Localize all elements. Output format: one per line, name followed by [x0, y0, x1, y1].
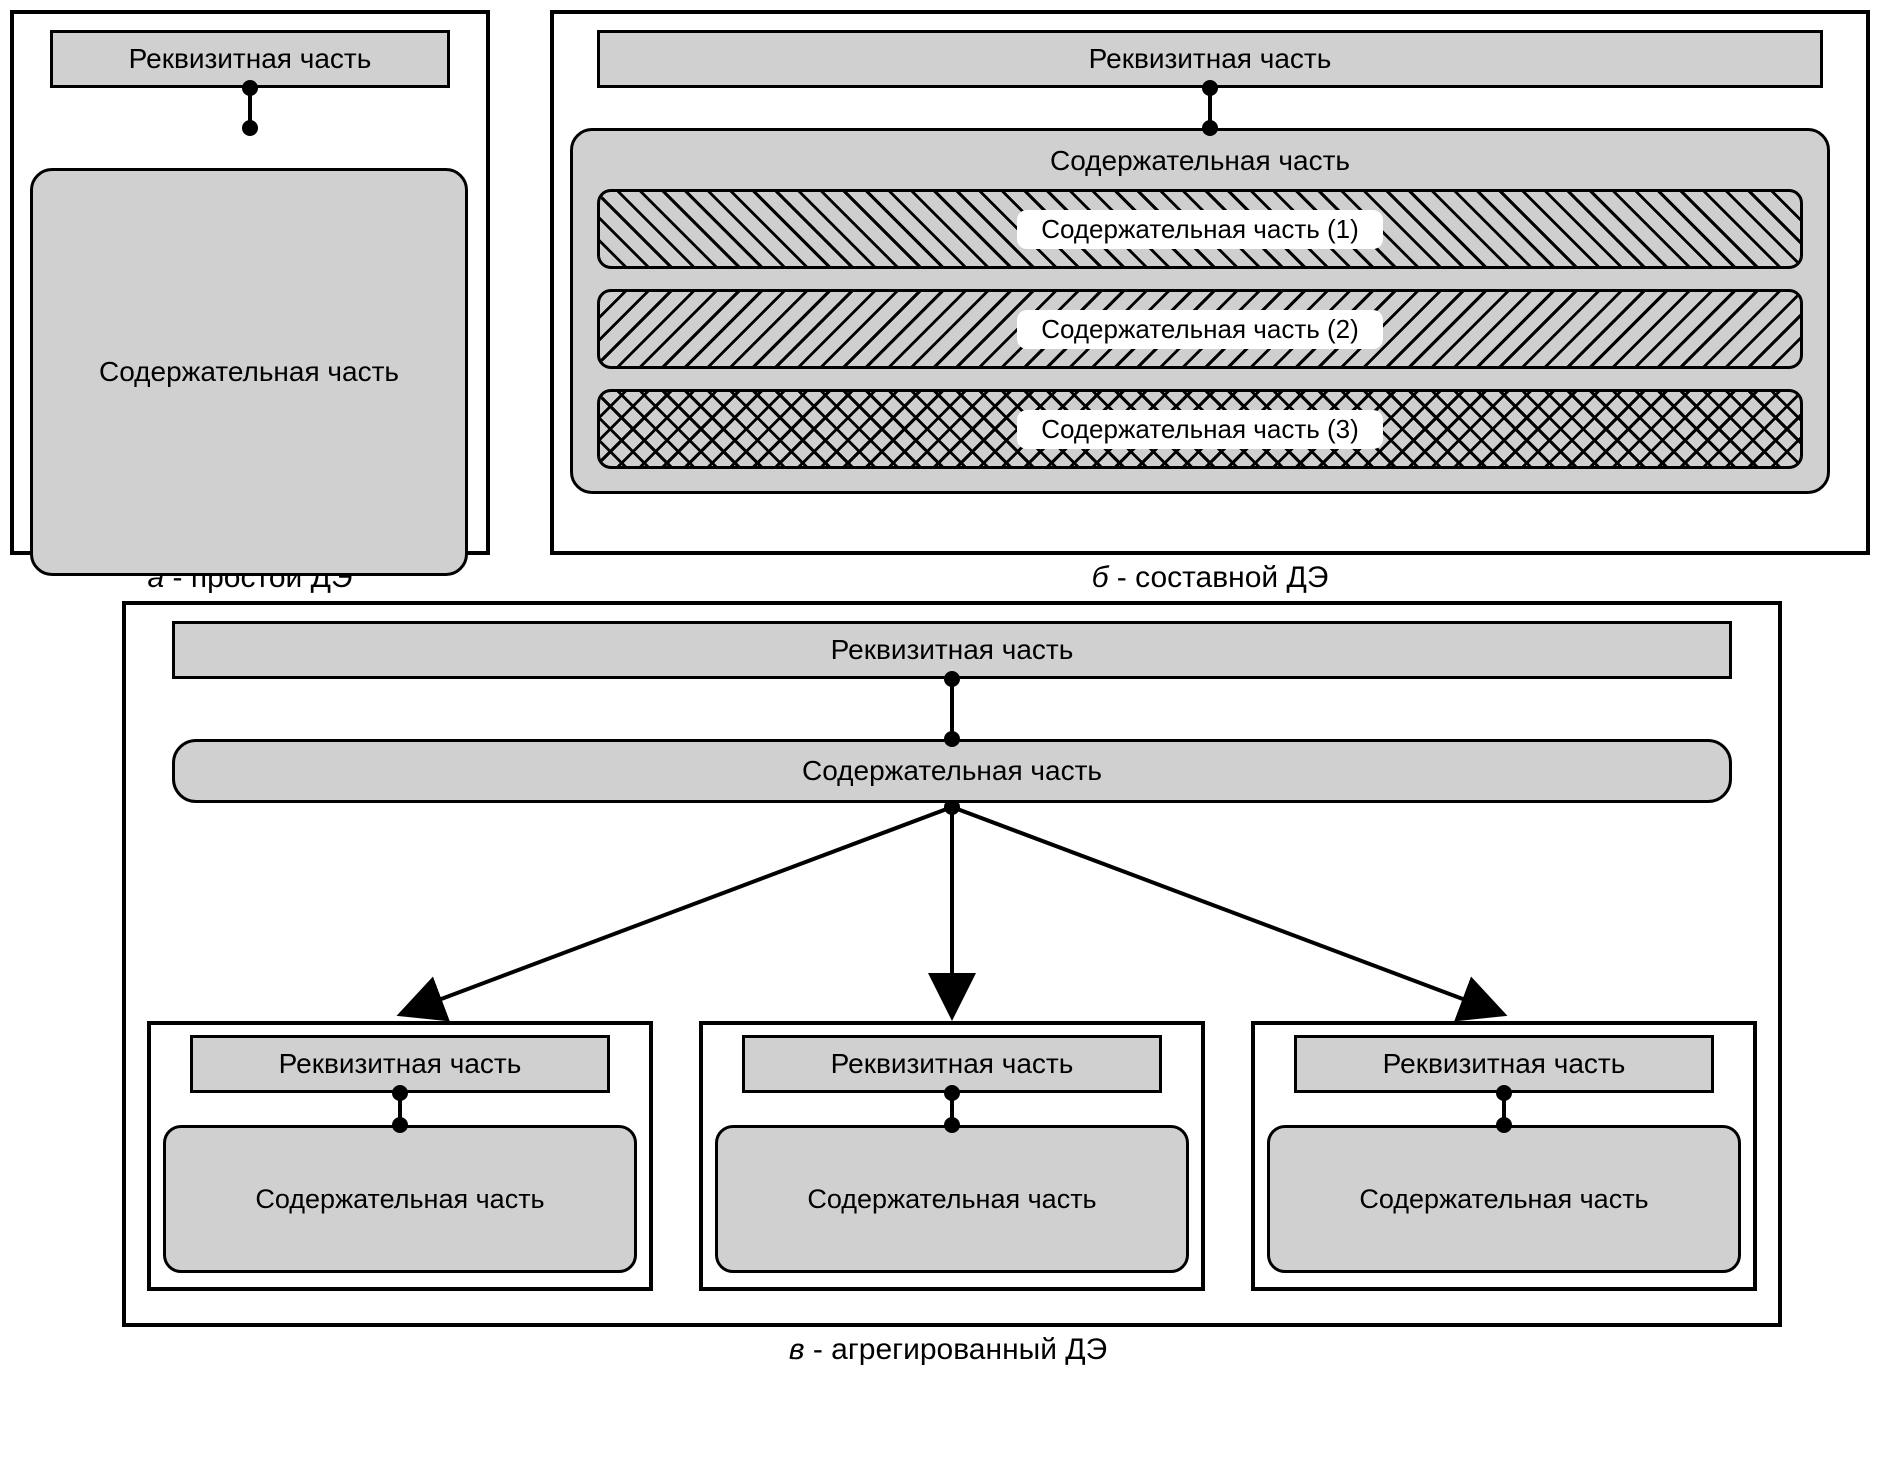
connector-c — [950, 679, 954, 739]
child-3-connector — [1502, 1093, 1506, 1125]
content-part-2: Содержательная часть (2) — [597, 289, 1803, 369]
caption-c-text: - агрегированный ДЭ — [804, 1333, 1107, 1366]
child-1-content: Содержательная часть — [163, 1125, 637, 1273]
child-1-connector — [398, 1093, 402, 1125]
content-part-2-label: Содержательная часть (2) — [1017, 310, 1383, 349]
caption-c: в - агрегированный ДЭ — [10, 1333, 1886, 1367]
content-box-b: Содержательная часть Содержательная част… — [570, 128, 1830, 494]
diagram-c: Реквизитная часть Содержательная часть Р… — [10, 601, 1886, 1367]
content-part-3-label: Содержательная часть (3) — [1017, 410, 1383, 449]
child-2-connector — [950, 1093, 954, 1125]
content-bar-c: Содержательная часть — [172, 739, 1732, 803]
diagram-b: Реквизитная часть Содержательная часть С… — [550, 10, 1870, 595]
connector-a — [248, 88, 252, 128]
child-3-content: Содержательная часть — [1267, 1125, 1741, 1273]
content-part-1-label: Содержательная часть (1) — [1017, 210, 1383, 249]
caption-b: б - составной ДЭ — [550, 561, 1870, 595]
content-box-a: Содержательная часть — [30, 168, 468, 576]
diagram-a: Реквизитная часть Содержательная часть а… — [10, 10, 490, 595]
caption-b-text: - составной ДЭ — [1108, 561, 1328, 594]
child-1: Реквизитная часть Содержательная часть — [147, 1021, 653, 1291]
diagram-a-frame: Реквизитная часть Содержательная часть — [10, 10, 490, 555]
arrows-area — [172, 803, 1732, 1021]
content-box-b-title: Содержательная часть — [597, 141, 1803, 189]
connector-b — [1208, 88, 1212, 128]
content-part-1: Содержательная часть (1) — [597, 189, 1803, 269]
child-3: Реквизитная часть Содержательная часть — [1251, 1021, 1757, 1291]
child-2: Реквизитная часть Содержательная часть — [699, 1021, 1205, 1291]
children-row: Реквизитная часть Содержательная часть Р… — [147, 1021, 1757, 1291]
arrows-svg — [172, 803, 1732, 1021]
diagram-c-frame: Реквизитная часть Содержательная часть Р… — [122, 601, 1782, 1327]
caption-c-letter: в — [789, 1333, 805, 1366]
caption-b-letter: б — [1092, 561, 1109, 594]
diagram-b-frame: Реквизитная часть Содержательная часть С… — [550, 10, 1870, 555]
content-part-3: Содержательная часть (3) — [597, 389, 1803, 469]
child-2-content: Содержательная часть — [715, 1125, 1189, 1273]
